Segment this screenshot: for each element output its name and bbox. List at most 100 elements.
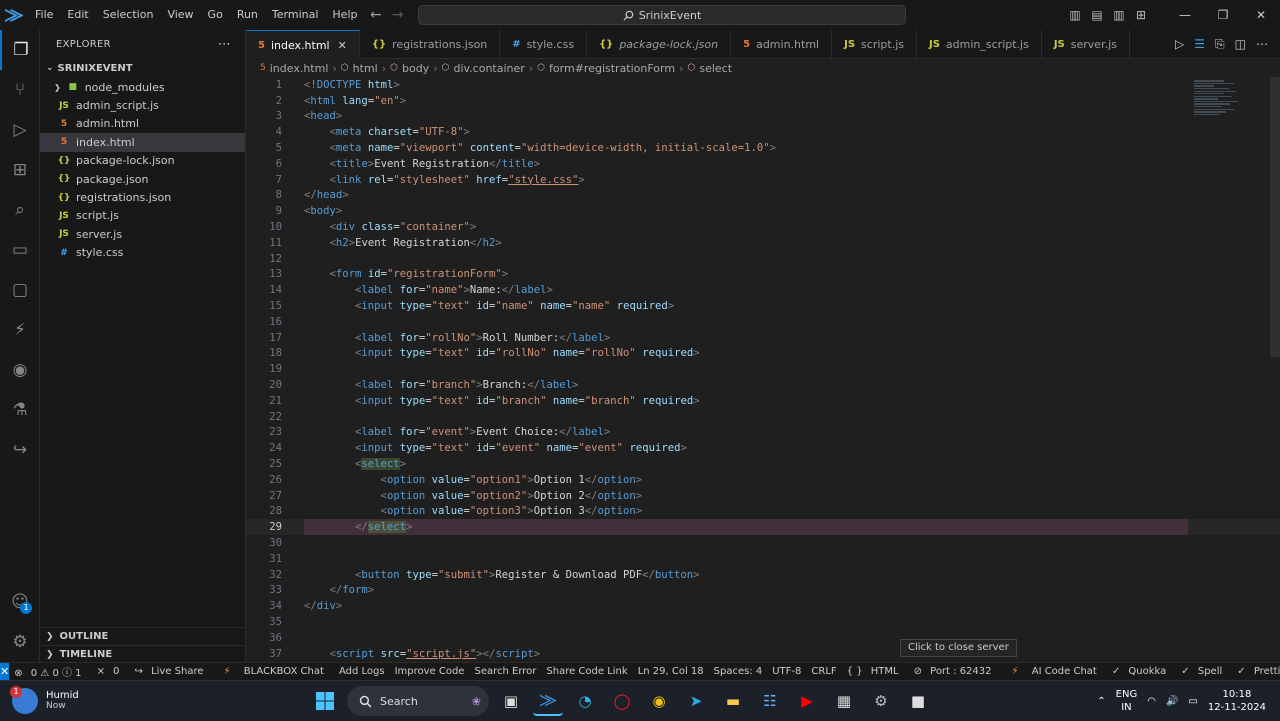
store-icon[interactable]: ▦ <box>829 686 859 716</box>
close-tab-icon[interactable]: ✕ <box>338 39 347 52</box>
youtube-icon[interactable]: ▶ <box>792 686 822 716</box>
tab-4[interactable]: 5 admin.html <box>731 30 833 59</box>
timeline-section[interactable]: ❯ TIMELINE <box>40 645 246 663</box>
toggle-primary-sidebar-icon[interactable]: ▥ <box>1064 8 1086 22</box>
vscode-taskbar-icon[interactable]: ⨠ <box>533 686 563 716</box>
breadcrumb-item[interactable]: div.container <box>453 62 524 75</box>
weather-widget[interactable]: 1 Humid Now <box>10 685 79 714</box>
code-line[interactable]: 31 <box>246 551 1280 567</box>
live-share-icon[interactable]: ↪ <box>0 430 40 470</box>
code-line[interactable]: 28 <option value="option3">Option 3</opt… <box>246 504 1280 520</box>
breadcrumb-item[interactable]: select <box>699 62 732 75</box>
indentation[interactable]: Spaces: 4 <box>709 666 768 677</box>
code-line[interactable]: 4 <meta charset="UTF-8"> <box>246 124 1280 140</box>
code-line[interactable]: 35 <box>246 614 1280 630</box>
back-arrow-icon[interactable]: ← <box>370 7 382 23</box>
close-window-icon[interactable]: ✕ <box>1242 8 1280 22</box>
remote-explorer-icon[interactable]: ▭ <box>0 230 40 270</box>
code-line[interactable]: 23 <label for="event">Event Choice:</lab… <box>246 425 1280 441</box>
code-line[interactable]: 3 <head> <box>246 109 1280 125</box>
code-line[interactable]: 17 <label for="rollNo">Roll Number:</lab… <box>246 330 1280 346</box>
accounts-icon[interactable]: ☺ 1 <box>0 582 40 622</box>
file-tree-item[interactable]: ❯ ■ node_modules <box>40 78 245 96</box>
code-line[interactable]: 37 <script src="script.js"></script> <box>246 646 1280 662</box>
tab-1[interactable]: {} registrations.json <box>360 30 501 59</box>
wifi-icon[interactable]: ◠ <box>1147 696 1156 707</box>
cursor-position[interactable]: Ln 29, Col 18 <box>633 666 709 677</box>
restore-icon[interactable]: ❐ <box>1204 8 1242 22</box>
breadcrumb-item[interactable]: index.html <box>270 62 329 75</box>
language-indicator[interactable]: ENG IN <box>1116 688 1138 714</box>
code-line[interactable]: 21 <input type="text" id="branch" name="… <box>246 393 1280 409</box>
vertical-scrollbar[interactable] <box>1268 77 1280 662</box>
menu-edit[interactable]: Edit <box>60 0 95 30</box>
split-editor-icon[interactable]: ◫ <box>1235 37 1246 51</box>
add-logs-button[interactable]: Add Logs <box>334 666 390 677</box>
manage-gear-icon[interactable]: ⚙ <box>0 622 40 662</box>
code-line[interactable]: 24 <input type="text" id="event" name="e… <box>246 440 1280 456</box>
file-tree-item[interactable]: {} registrations.json <box>40 188 245 206</box>
scrollbar-thumb[interactable] <box>1270 77 1280 357</box>
code-line[interactable]: 13 <form id="registrationForm"> <box>246 267 1280 283</box>
tab-6[interactable]: JS admin_script.js <box>917 30 1042 59</box>
code-line[interactable]: 1 <!DOCTYPE html> <box>246 77 1280 93</box>
file-tree-item[interactable]: # style.css <box>40 244 245 262</box>
prettier-button[interactable]: ✓ Prettier <box>1232 666 1280 677</box>
live-server-port[interactable]: ⊘ Port : 62432 <box>909 666 1002 677</box>
code-line[interactable]: 34 </div> <box>246 598 1280 614</box>
breadcrumb-item[interactable]: body <box>402 62 429 75</box>
edge-icon[interactable]: ◔ <box>570 686 600 716</box>
command-center[interactable]: SrinixEvent <box>418 5 906 25</box>
forward-arrow-icon[interactable]: → <box>392 7 404 23</box>
code-line[interactable]: 8 </head> <box>246 188 1280 204</box>
chrome-icon[interactable]: ◉ <box>644 686 674 716</box>
code-editor[interactable]: 1 <!DOCTYPE html> 2 <html lang="en"> 3 <head>… <box>246 77 1280 662</box>
search-error-button[interactable]: Search Error <box>469 666 541 677</box>
more-actions-icon[interactable]: ⋯ <box>1256 37 1268 51</box>
explorer-icon[interactable]: ❐ <box>0 30 40 70</box>
notepad-icon[interactable]: ☷ <box>755 686 785 716</box>
live-share-button[interactable]: ↪ Live Share <box>130 666 214 677</box>
code-line[interactable]: 14 <label for="name">Name:</label> <box>246 282 1280 298</box>
tray-expand-icon[interactable]: ⌃ <box>1097 696 1105 707</box>
file-tree-item[interactable]: {} package.json <box>40 170 245 188</box>
taskbar-search[interactable]: Search ❀ <box>347 686 489 716</box>
improve-code-button[interactable]: Improve Code <box>390 666 470 677</box>
share-code-link-button[interactable]: Share Code Link <box>541 666 632 677</box>
telegram-icon[interactable]: ➤ <box>681 686 711 716</box>
thunder-client-icon[interactable]: ⚡ <box>0 310 40 350</box>
source-control-icon[interactable]: ⑂ <box>0 70 40 110</box>
file-tree-item[interactable]: 5 admin.html <box>40 115 245 133</box>
code-line[interactable]: 15 <input type="text" id="name" name="na… <box>246 298 1280 314</box>
tab-2[interactable]: # style.css <box>500 30 588 59</box>
code-line[interactable]: 10 <div class="container"> <box>246 219 1280 235</box>
code-line[interactable]: 22 <box>246 409 1280 425</box>
file-explorer-icon[interactable]: ▬ <box>718 686 748 716</box>
remote-indicator-icon[interactable]: ✕ <box>0 662 10 681</box>
menu-view[interactable]: View <box>160 0 200 30</box>
code-line[interactable]: 6 <title>Event Registration</title> <box>246 156 1280 172</box>
file-tree-item[interactable]: 5 index.html <box>40 133 245 152</box>
blackbox-chat-button[interactable]: ⚡ BLACKBOX Chat <box>214 666 334 677</box>
open-changes-icon[interactable]: ⎘ <box>1215 37 1225 52</box>
code-line[interactable]: 11 <h2>Event Registration</h2> <box>246 235 1280 251</box>
blackbox-search-icon[interactable]: ◉ <box>0 350 40 390</box>
run-debug-icon[interactable]: ▷ <box>0 110 40 150</box>
opera-icon[interactable]: ◯ <box>607 686 637 716</box>
battery-icon[interactable]: ▭ <box>1188 696 1197 707</box>
file-tree-item[interactable]: JS admin_script.js <box>40 96 245 114</box>
settings-icon[interactable]: ⚙ <box>866 686 896 716</box>
code-line[interactable]: 29 </select> <box>246 519 1280 536</box>
outline-section[interactable]: ❯ OUTLINE <box>40 627 246 645</box>
code-line[interactable]: 33 </form> <box>246 583 1280 599</box>
minimap[interactable] <box>1194 79 1244 129</box>
more-actions-icon[interactable]: ⋯ <box>218 37 231 52</box>
tab-5[interactable]: JS script.js <box>832 30 917 59</box>
menu-selection[interactable]: Selection <box>96 0 161 30</box>
tab-7[interactable]: JS server.js <box>1042 30 1130 59</box>
clock[interactable]: 10:18 12-11-2024 <box>1208 688 1266 714</box>
breadcrumb-item[interactable]: form#registrationForm <box>549 62 675 75</box>
code-line[interactable]: 25 <select> <box>246 456 1280 472</box>
menu-file[interactable]: File <box>28 0 60 30</box>
ports-indicator[interactable]: ⨯ 0 <box>92 666 130 677</box>
